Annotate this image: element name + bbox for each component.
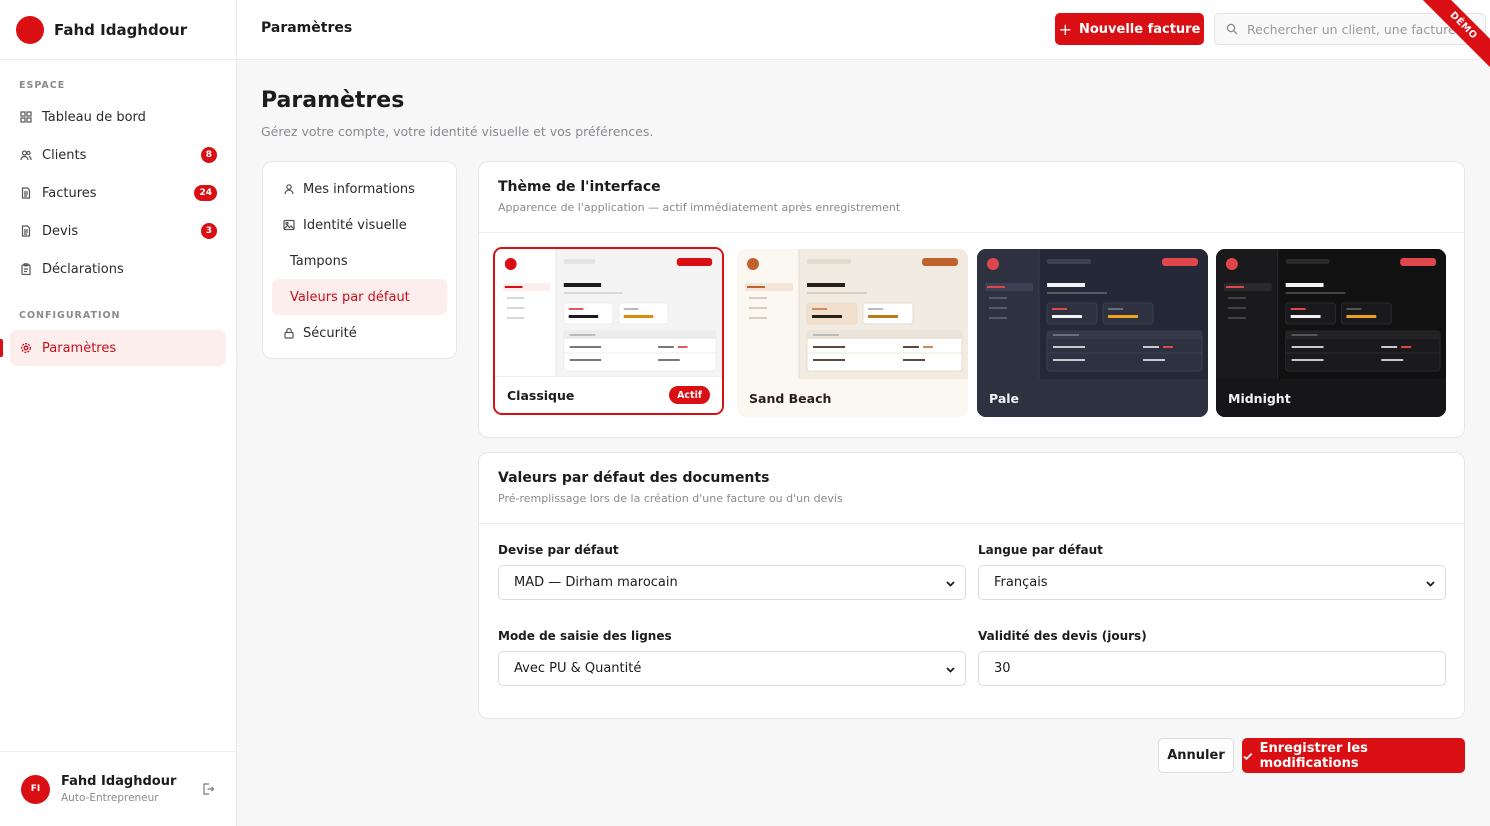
check-icon: [1243, 752, 1253, 760]
sidebar-item-label: Clients: [42, 147, 87, 163]
sidebar-item-label: Factures: [42, 185, 97, 201]
sidebar-item-dashboard[interactable]: Tableau de bord: [10, 99, 226, 135]
select-value: Avec PU & Quantité: [514, 661, 642, 676]
clipboard-icon: [19, 262, 33, 276]
sidebar-item-label: Devis: [42, 223, 79, 239]
page-subtitle: Gérez votre compte, votre identité visue…: [261, 124, 654, 139]
quote-validity-input[interactable]: 30: [978, 651, 1446, 686]
language-field: Langue par défaut Français: [978, 543, 1446, 600]
sidebar-item-label: Tableau de bord: [42, 109, 146, 125]
theme-option-sand-beach[interactable]: Sand Beach: [737, 249, 968, 417]
chevron-down-icon: [1426, 581, 1435, 587]
logout-icon[interactable]: [201, 782, 215, 796]
defaults-card: Valeurs par défaut des documents Pré-rem…: [478, 452, 1465, 719]
select-value: Français: [994, 575, 1048, 590]
document-icon: [19, 224, 33, 238]
subnav-label: Tampons: [290, 253, 348, 269]
sidebar-item-parametres[interactable]: Paramètres: [0, 330, 226, 366]
chevron-down-icon: [946, 667, 955, 673]
line-mode-field: Mode de saisie des lignes Avec PU & Quan…: [498, 629, 966, 686]
brand-name: Fahd Idaghdour: [54, 20, 188, 39]
topbar-title: Paramètres: [261, 20, 353, 36]
theme-name: Sand Beach: [749, 391, 832, 406]
image-icon: [283, 219, 295, 231]
theme-preview: [977, 249, 1208, 379]
chevron-down-icon: [946, 581, 955, 587]
field-label: Langue par défaut: [978, 543, 1103, 557]
field-label: Validité des devis (jours): [978, 629, 1147, 643]
sidebar-item-label: Déclarations: [42, 261, 124, 277]
currency-select[interactable]: MAD — Dirham marocain: [498, 565, 966, 600]
theme-name: Pale: [989, 391, 1020, 406]
subnav-item-valeurs[interactable]: Valeurs par défaut: [272, 279, 447, 315]
document-icon: [19, 186, 33, 200]
card-subtitle: Apparence de l'application — actif imméd…: [498, 201, 901, 214]
theme-preview: [1216, 249, 1446, 379]
save-button[interactable]: Enregistrer les modifications: [1242, 738, 1465, 773]
theme-card: Thème de l'interface Apparence de l'appl…: [478, 161, 1465, 438]
currency-field: Devise par défaut MAD — Dirham marocain: [498, 543, 966, 600]
sidebar-item-label: Paramètres: [42, 340, 117, 356]
cancel-button[interactable]: Annuler: [1158, 738, 1234, 773]
theme-preview: [737, 249, 968, 379]
subnav-label: Valeurs par défaut: [290, 289, 410, 305]
new-invoice-label: Nouvelle facture: [1078, 21, 1201, 37]
theme-option-classique[interactable]: Classique Actif: [493, 247, 724, 415]
subnav-item-securite[interactable]: Sécurité: [272, 315, 447, 351]
sidebar-item-declarations[interactable]: Déclarations: [10, 251, 226, 287]
subnav-label: Mes informations: [303, 181, 415, 197]
topbar: Paramètres + Nouvelle facture DÉMO: [237, 0, 1490, 72]
language-select[interactable]: Français: [978, 565, 1446, 600]
section-label-configuration: CONFIGURATION: [19, 310, 121, 321]
sidebar-item-factures[interactable]: Factures 24: [10, 175, 226, 211]
subnav-item-informations[interactable]: Mes informations: [272, 171, 447, 207]
line-mode-select[interactable]: Avec PU & Quantité: [498, 651, 966, 686]
sidebar-item-devis[interactable]: Devis 3: [10, 213, 226, 249]
sidebar-item-clients[interactable]: Clients 8: [10, 137, 226, 173]
save-label: Enregistrer les modifications: [1259, 740, 1368, 771]
brand-logo: [16, 15, 44, 44]
count-badge: 24: [194, 185, 217, 201]
page-title: Paramètres: [261, 88, 405, 113]
input-value: 30: [994, 661, 1011, 676]
users-icon: [19, 148, 33, 162]
theme-name: Classique: [507, 387, 575, 403]
user-profile: FI Fahd Idaghdour Auto-Entrepreneur: [0, 751, 236, 826]
subnav-item-tampons[interactable]: Tampons: [272, 243, 447, 279]
active-badge: Actif: [669, 386, 710, 404]
section-label-espace: ESPACE: [19, 80, 66, 91]
user-icon: [283, 183, 295, 195]
plus-icon: +: [1058, 19, 1072, 39]
search-icon: [1226, 23, 1238, 35]
card-title: Thème de l'interface: [498, 179, 661, 195]
gear-icon: [19, 341, 33, 355]
count-badge: 8: [200, 147, 217, 163]
user-name: Fahd Idaghdour: [61, 774, 177, 789]
card-title: Valeurs par défaut des documents: [498, 470, 770, 486]
avatar[interactable]: FI: [21, 774, 50, 804]
brand[interactable]: Fahd Idaghdour: [0, 0, 236, 60]
grid-icon: [19, 110, 33, 124]
new-invoice-button[interactable]: + Nouvelle facture: [1055, 13, 1204, 45]
select-value: MAD — Dirham marocain: [514, 575, 678, 590]
lock-icon: [283, 327, 295, 339]
theme-option-midnight[interactable]: Midnight: [1216, 249, 1446, 417]
subnav-label: Identité visuelle: [303, 217, 407, 233]
subnav-label: Sécurité: [303, 325, 357, 341]
theme-name: Midnight: [1228, 391, 1291, 406]
subnav-item-identite[interactable]: Identité visuelle: [272, 207, 447, 243]
user-role: Auto-Entrepreneur: [61, 792, 159, 804]
field-label: Devise par défaut: [498, 543, 619, 557]
search-input[interactable]: [1247, 21, 1467, 37]
theme-option-pale[interactable]: Pale: [977, 249, 1208, 417]
settings-subnav: Mes informations Identité visuelle Tampo…: [262, 161, 457, 359]
count-badge: 3: [200, 223, 217, 239]
field-label: Mode de saisie des lignes: [498, 629, 672, 643]
card-subtitle: Pré-remplissage lors de la création d'un…: [498, 492, 843, 505]
theme-preview: [495, 249, 722, 379]
quote-validity-field: Validité des devis (jours) 30: [978, 629, 1446, 686]
sidebar: Fahd Idaghdour ESPACE Tableau de bord Cl…: [0, 0, 237, 826]
